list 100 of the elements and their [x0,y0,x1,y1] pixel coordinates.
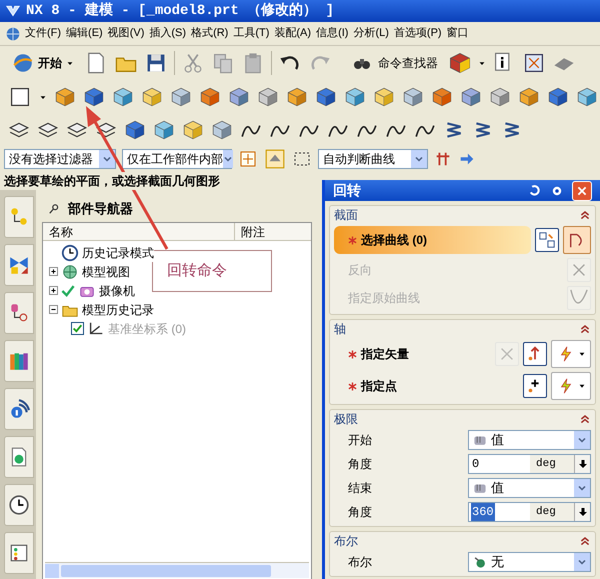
value-dropdown[interactable]: 无 [468,552,591,572]
section-title: 布尔 [334,533,359,550]
section-title: 极限 [334,411,359,428]
resource-tab[interactable] [4,340,34,382]
select-icon[interactable] [238,149,258,169]
cube-icon[interactable] [257,86,279,108]
cube-icon[interactable] [373,86,395,108]
sketch-section-button[interactable] [535,228,559,252]
cube-icon[interactable] [489,86,511,108]
expand-toggle[interactable] [49,267,58,276]
menu-item[interactable]: 视图(V) [106,25,146,42]
cube-icon[interactable] [402,86,424,108]
collapse-icon[interactable] [579,535,591,547]
cube-icon[interactable] [228,86,250,108]
globe-icon [4,24,22,42]
cube-icon[interactable] [460,86,482,108]
column-header[interactable]: 名称 [43,223,235,240]
cube-icon[interactable] [518,86,540,108]
curve-select-button[interactable] [563,226,591,254]
plus-icon [50,287,57,294]
option-label: 指定原始曲线 [347,290,421,307]
resource-tab[interactable] [4,484,34,526]
parallel-icon[interactable] [434,150,452,168]
command-finder-button[interactable]: 命令查找器 [346,50,442,76]
cube-icon[interactable] [112,86,134,108]
selection-step[interactable]: 选择曲线 (0) [334,226,531,254]
collapse-icon[interactable] [579,323,591,335]
chevron-down-icon [577,435,587,445]
point-dialog-button[interactable] [523,374,547,398]
resource-tab[interactable] [4,532,34,574]
number-field[interactable]: 0 deg [468,454,591,474]
caret-icon [579,351,585,357]
list-icon [8,542,30,564]
cube-icon[interactable] [199,86,221,108]
collapse-icon[interactable] [579,413,591,425]
curve-rule-dropdown[interactable]: 自动判断曲线 [318,149,428,169]
chevron-down-icon [577,483,587,493]
cube-icon[interactable] [141,86,163,108]
point-type-dropdown[interactable] [551,372,591,400]
cube-icon[interactable] [170,86,192,108]
scope-dropdown[interactable]: 仅在工作部件内部 [122,149,232,169]
vector-type-dropdown[interactable] [551,340,591,368]
menu-item[interactable]: 编辑(E) [64,25,105,42]
cube-icon[interactable] [83,86,105,108]
menu-item[interactable]: 文件(F) [23,25,64,42]
expand-toggle[interactable] [49,286,58,295]
resource-tab[interactable] [4,388,34,430]
select-box-icon[interactable] [264,148,286,170]
menu-item[interactable]: 窗口 [444,25,471,42]
reset-icon[interactable] [528,184,542,198]
cube-icon[interactable] [344,86,366,108]
vector-dialog-button[interactable] [523,342,547,366]
cube-icon[interactable] [124,119,146,141]
collapse-toggle[interactable] [49,305,58,314]
cube-icon[interactable] [286,86,308,108]
collapse-icon[interactable] [579,209,591,221]
chevron-icon [99,150,115,168]
close-button[interactable] [572,180,592,200]
caret-icon [478,59,486,67]
menu-item[interactable]: 格式(R) [189,25,230,42]
cube-icon[interactable] [54,86,76,108]
cube-icon[interactable] [315,86,337,108]
start-button[interactable]: 开始 [8,50,78,76]
dialog-title: 回转 [333,181,362,200]
frame-icon[interactable] [522,51,546,75]
square-icon[interactable] [8,85,32,109]
resource-tab[interactable] [4,292,34,334]
value-dropdown[interactable]: 值 [468,430,591,450]
number-field[interactable]: 360 deg [468,502,591,522]
caret-icon [39,93,47,101]
menu-item[interactable]: 首选项(P) [392,25,444,42]
menu-item[interactable]: 插入(S) [147,25,188,42]
resource-tab[interactable] [4,436,34,478]
menu-item[interactable]: 工具(T) [231,25,272,42]
asterisk-icon [348,382,357,390]
cube-icon[interactable] [211,119,233,141]
resource-tab[interactable] [4,244,34,286]
horizontal-scrollbar[interactable] [45,562,309,578]
chevron-down-icon [577,557,587,567]
cube-icon[interactable] [153,119,175,141]
selection-step[interactable]: 指定点 [334,372,519,400]
grid-icon [538,231,556,249]
cube-icon[interactable] [547,86,569,108]
value-dropdown[interactable]: 值 [468,478,591,498]
unit-label: deg [530,503,574,521]
selection-step[interactable]: 指定矢量 [334,340,491,368]
globe-icon [61,262,79,280]
menu-item[interactable]: 装配(A) [272,25,314,42]
cube-icon[interactable] [431,86,453,108]
cube-icon[interactable] [576,86,598,108]
cube-icon[interactable] [448,51,472,75]
navigator-title: 部件导航器 [68,200,133,218]
filter-dropdown[interactable]: 没有选择过滤器 [4,149,116,169]
cube-icon[interactable] [182,119,204,141]
globe-icon [12,52,34,74]
menu-item[interactable]: 分析(L) [351,25,391,42]
column-header[interactable]: 附注 [235,223,311,240]
menu-item[interactable]: 信息(I) [314,25,350,42]
caret-icon [579,383,585,389]
down-arrow-icon [578,507,588,517]
